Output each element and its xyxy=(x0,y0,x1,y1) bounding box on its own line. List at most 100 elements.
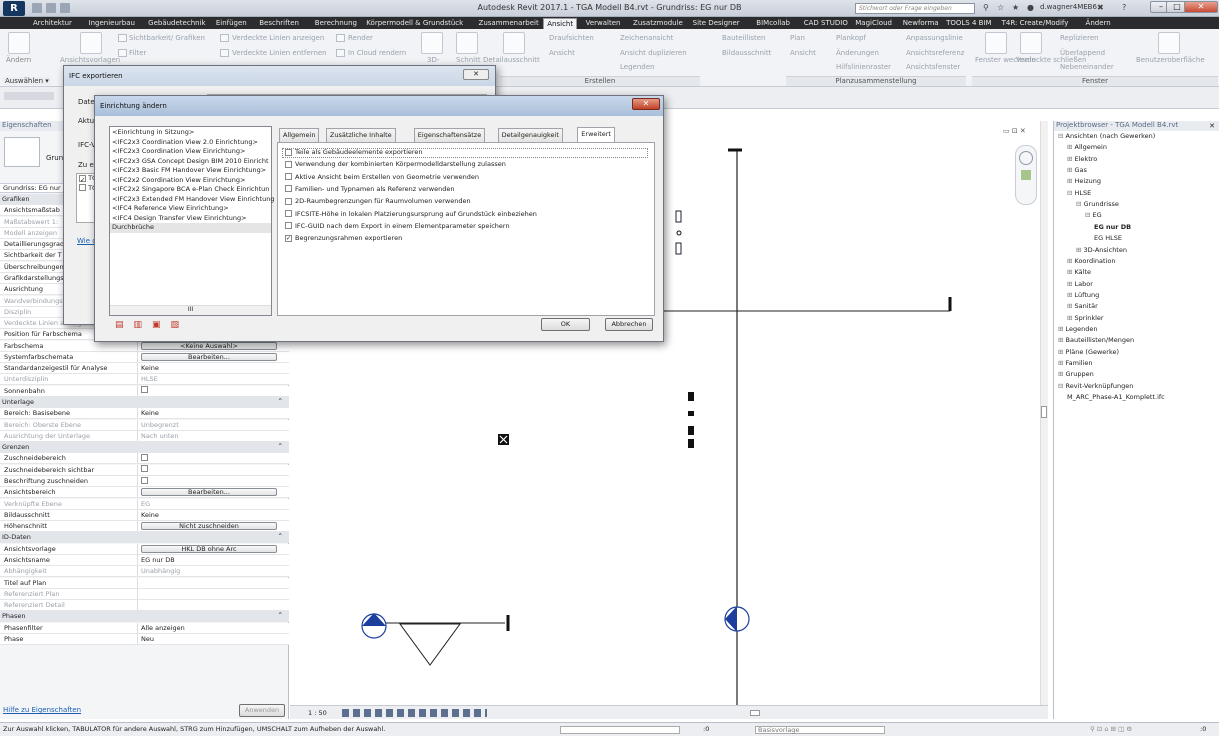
quick-tools[interactable] xyxy=(4,92,54,100)
browser-node[interactable]: ⊞ Sprinkler xyxy=(1067,314,1104,322)
tab-berechnung[interactable]: Berechnung xyxy=(312,18,360,29)
collapse-icon[interactable]: ⌃ xyxy=(278,442,283,451)
help-search-input[interactable]: Stichwort oder Frage eingeben xyxy=(855,3,975,14)
property-button[interactable]: Bearbeiten... xyxy=(141,352,277,361)
tab-ansicht[interactable]: Ansicht xyxy=(543,18,578,29)
tab-architektur[interactable]: Architektur xyxy=(30,18,75,29)
expand-icon[interactable]: ⊞ xyxy=(1076,246,1084,254)
ribbon-verdeckte-anzeigen[interactable]: Verdeckte Linien anzeigen xyxy=(232,34,324,42)
expand-icon[interactable]: ⊟ xyxy=(1076,200,1084,208)
browser-node[interactable]: ⊞ Familien xyxy=(1058,359,1093,367)
duplicate-setup-icon[interactable]: ▥ xyxy=(134,320,153,330)
favorites-icon[interactable]: ★ xyxy=(1012,3,1019,14)
ribbon-detailausschnitt[interactable]: Detailausschnitt xyxy=(483,56,540,64)
ribbon-bildausschnitt[interactable]: Bildausschnitt xyxy=(722,49,771,57)
collapse-icon[interactable]: ⌃ xyxy=(278,611,283,620)
browser-node[interactable]: M_ARC_Phase-A1_Komplett.ifc xyxy=(1067,393,1165,401)
property-group[interactable]: ID-Daten ⌃ xyxy=(0,532,289,544)
expand-icon[interactable]: ⊞ xyxy=(1058,370,1066,378)
tab-t4r-create-modify[interactable]: T4R: Create/Modify xyxy=(999,18,1072,29)
option-checkbox[interactable] xyxy=(285,222,292,230)
property-button[interactable]: Bearbeiten... xyxy=(141,488,277,497)
property-button[interactable]: HKL DB ohne Arc xyxy=(141,544,277,553)
ribbon-plankopf[interactable]: Plankopf xyxy=(836,34,866,42)
option-checkbox[interactable]: ✓ xyxy=(285,234,292,242)
close-browser-icon[interactable]: ✕ xyxy=(1209,122,1215,130)
3d-view-icon[interactable] xyxy=(421,32,443,54)
browser-node[interactable]: ⊞ Gruppen xyxy=(1058,370,1094,378)
tab-beschriften[interactable]: Beschriften xyxy=(256,18,302,29)
setup-list[interactable]: <Einrichtung in Sitzung> <IFC2x3 Coordina… xyxy=(109,126,274,316)
option-checkbox[interactable] xyxy=(285,148,292,156)
ribbon-schnitt[interactable]: Schnitt xyxy=(456,56,481,64)
tab-bimcollab[interactable]: BIMcollab xyxy=(753,18,793,29)
setup-tab-eigenschaftensätze[interactable]: Eigenschaftensätze xyxy=(413,128,486,142)
setup-list-item[interactable]: <IFC2x2 Singapore BCA e-Plan Check Einri… xyxy=(110,185,271,195)
ribbon-ansichtsvorlagen[interactable]: Ansichtsvorlagen xyxy=(60,56,120,64)
browser-node[interactable]: ⊞ Allgemein xyxy=(1067,143,1107,151)
property-button[interactable]: Nicht zuschneiden xyxy=(141,522,277,531)
property-checkbox[interactable] xyxy=(141,476,148,484)
expand-icon[interactable]: ⊞ xyxy=(1067,166,1075,174)
export-option[interactable]: IFCSITE-Höhe in lokalen Platzierungsursp… xyxy=(285,210,537,219)
user-interface-icon[interactable] xyxy=(1158,32,1180,54)
cancel-button[interactable]: Abbrechen xyxy=(605,318,653,331)
steering-wheel-icon[interactable] xyxy=(1019,151,1033,165)
tab-magicloud[interactable]: MagiCloud xyxy=(852,18,895,29)
property-value[interactable]: EG xyxy=(141,499,281,509)
tab-einfügen[interactable]: Einfügen xyxy=(213,18,250,29)
binoculars-icon[interactable]: ⚲ xyxy=(983,3,989,14)
close-button[interactable]: ✕ xyxy=(1184,1,1218,13)
property-value[interactable]: Keine xyxy=(141,408,281,418)
property-value[interactable]: EG nur DB xyxy=(141,555,281,565)
tab-zusammenarbeit[interactable]: Zusammenarbeit xyxy=(476,18,542,29)
scroll-thumb[interactable] xyxy=(1041,406,1047,418)
collapse-icon[interactable]: ⌃ xyxy=(278,397,283,406)
option-checkbox[interactable] xyxy=(285,185,292,193)
browser-node[interactable]: ⊞ Heizung xyxy=(1067,177,1101,185)
expand-icon[interactable]: ⊞ xyxy=(1067,280,1075,288)
expand-icon[interactable]: ⊟ xyxy=(1085,211,1093,219)
ribbon-verdeckte-entfernen[interactable]: Verdeckte Linien entfernen xyxy=(232,49,327,57)
option-checkbox[interactable] xyxy=(285,210,292,217)
setup-tab-erweitert[interactable]: Erweitert xyxy=(577,127,615,142)
user-name[interactable]: d.wagner4MEB6 xyxy=(1040,3,1097,11)
browser-node[interactable]: ⊞ Elektro xyxy=(1067,155,1097,163)
browser-node[interactable]: ⊟ HLSE xyxy=(1067,189,1091,197)
tab-verwalten[interactable]: Verwalten xyxy=(583,18,624,29)
property-checkbox[interactable] xyxy=(141,453,148,461)
new-setup-icon[interactable]: ▤ xyxy=(115,320,134,330)
selection-filter-icons[interactable]: ⚲ ⊡ ⌂ ⊞ ◫ ⚙ xyxy=(1090,723,1132,736)
expand-icon[interactable]: ⊞ xyxy=(1067,143,1075,151)
export-option[interactable]: ✓ Begrenzungsrahmen exportieren xyxy=(285,234,402,243)
expand-icon[interactable]: ⊞ xyxy=(1058,325,1066,333)
ribbon-ansichtsfenster[interactable]: Ansichtsfenster xyxy=(906,63,960,71)
ribbon-bauteillisten[interactable]: Bauteillisten xyxy=(722,34,766,42)
property-value[interactable]: Keine xyxy=(141,510,281,520)
ribbon-ueberlappend[interactable]: Überlappend xyxy=(1060,49,1105,57)
expand-icon[interactable]: ⊟ xyxy=(1058,132,1066,140)
ribbon-render[interactable]: Render xyxy=(348,34,373,42)
property-value[interactable]: Unbegrenzt xyxy=(141,420,281,430)
property-value[interactable]: Alle anzeigen xyxy=(141,623,281,633)
tab-ingenieurbau[interactable]: Ingenieurbau xyxy=(86,18,138,29)
export-option[interactable]: Aktive Ansicht beim Erstellen von Geomet… xyxy=(285,173,479,182)
switch-windows-icon[interactable] xyxy=(985,32,1007,54)
property-value[interactable]: Nach unten xyxy=(141,431,281,441)
browser-node[interactable]: EG HLSE xyxy=(1094,234,1122,242)
property-group[interactable]: Grenzen ⌃ xyxy=(0,442,289,454)
setup-tab-zusätzliche-inhalte[interactable]: Zusätzliche Inhalte xyxy=(325,128,396,142)
property-checkbox[interactable] xyxy=(141,386,148,394)
ribbon-3d[interactable]: 3D- xyxy=(427,56,439,64)
setup-list-item[interactable]: <IFC2x2 Coordination View Einrichtung> xyxy=(110,176,271,186)
expand-icon[interactable]: ⊞ xyxy=(1058,359,1066,367)
expand-icon[interactable]: ⊞ xyxy=(1067,155,1075,163)
ribbon-cloud[interactable]: In Cloud rendern xyxy=(348,49,406,57)
vertical-scrollbar[interactable] xyxy=(1040,121,1048,705)
property-checkbox[interactable] xyxy=(141,465,148,473)
setup-close-button[interactable]: ✕ xyxy=(632,98,660,110)
design-option-dropdown[interactable]: Basisvorlage xyxy=(755,726,885,734)
setup-list-item[interactable]: <IFC2x3 GSA Concept Design BIM 2010 Einr… xyxy=(110,157,271,167)
ribbon-aenderungen[interactable]: Änderungen xyxy=(836,49,879,57)
ribbon-nebeneinander[interactable]: Nebeneinander xyxy=(1060,63,1114,71)
